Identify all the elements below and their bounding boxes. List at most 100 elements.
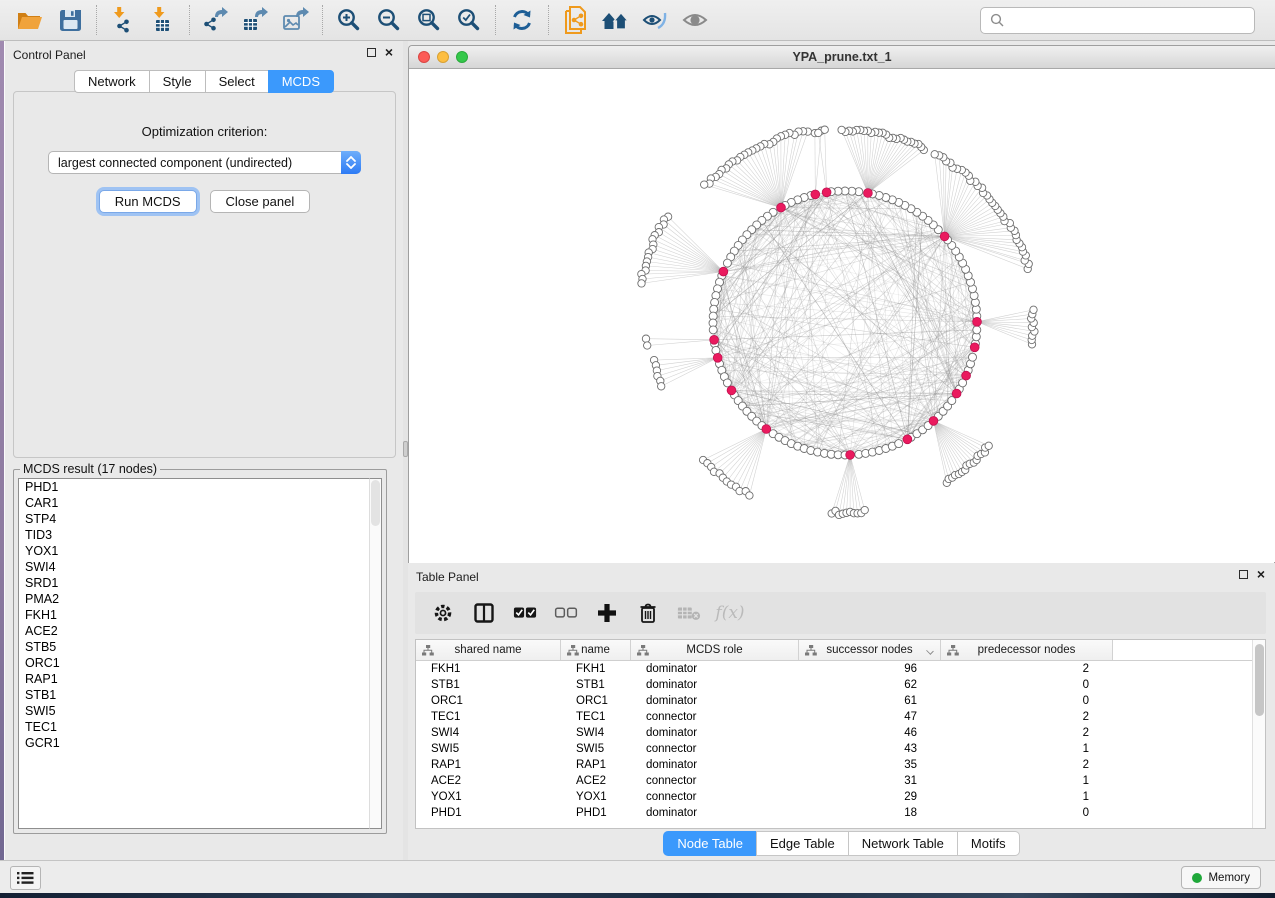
close-panel-button[interactable]: Close panel (210, 190, 311, 213)
network-window-titlebar[interactable]: YPA_prune.txt_1 (409, 46, 1275, 69)
column-header-predecessor-nodes[interactable]: predecessor nodes (941, 640, 1113, 660)
close-panel-icon[interactable]: × (385, 47, 393, 58)
table-row-PHD1[interactable]: PHD1PHD1dominator180 (416, 805, 1265, 821)
tab-motifs[interactable]: Motifs (957, 831, 1020, 856)
open-file-icon[interactable] (15, 5, 45, 35)
column-type-icon (805, 645, 817, 656)
zoom-out-icon[interactable] (374, 5, 404, 35)
mcds-result-item[interactable]: STB5 (19, 639, 369, 655)
column-header-shared-name[interactable]: shared name (416, 640, 561, 660)
import-network-from-file-icon[interactable] (108, 5, 138, 35)
cell-MCDS-role: dominator (631, 725, 799, 741)
cell-predecessor-nodes: 0 (941, 677, 1113, 693)
deselect-all-icon[interactable] (554, 601, 578, 625)
task-history-button[interactable] (10, 866, 41, 890)
node-table: shared namenameMCDS rolesuccessor nodesp… (415, 639, 1266, 829)
table-row-FKH1[interactable]: FKH1FKH1dominator962 (416, 661, 1265, 677)
table-row-ORC1[interactable]: ORC1ORC1dominator610 (416, 693, 1265, 709)
cell-MCDS-role: connector (631, 741, 799, 757)
mcds-result-item[interactable]: CAR1 (19, 495, 369, 511)
mcds-result-item[interactable]: FKH1 (19, 607, 369, 623)
delete-icon[interactable] (636, 601, 660, 625)
new-network-from-selection-icon[interactable] (560, 5, 590, 35)
tab-select[interactable]: Select (205, 70, 268, 93)
tab-edge-table[interactable]: Edge Table (756, 831, 848, 856)
table-row-ACE2[interactable]: ACE2ACE2connector311 (416, 773, 1265, 789)
cell-shared-name: PHD1 (416, 805, 561, 821)
search-box (980, 7, 1255, 34)
export-network-icon[interactable] (201, 5, 231, 35)
import-table-from-file-icon[interactable] (148, 5, 178, 35)
memory-button[interactable]: Memory (1181, 866, 1261, 889)
mcds-result-item[interactable]: ORC1 (19, 655, 369, 671)
select-all-icon[interactable] (513, 601, 537, 625)
first-neighbors-icon[interactable] (600, 5, 630, 35)
mcds-result-item[interactable]: ACE2 (19, 623, 369, 639)
float-table-panel-icon[interactable] (1239, 570, 1248, 579)
mcds-result-item[interactable]: YOX1 (19, 543, 369, 559)
mcds-result-item[interactable]: STP4 (19, 511, 369, 527)
zoom-selected-icon[interactable] (454, 5, 484, 35)
table-scrollbar[interactable] (1252, 640, 1265, 828)
hide-selected-icon[interactable] (640, 5, 670, 35)
mcds-tab-content: Optimization criterion: largest connecte… (13, 91, 396, 458)
window-close-icon[interactable] (418, 51, 430, 63)
mcds-list-scrollbar[interactable] (369, 478, 382, 829)
mcds-result-item[interactable]: TEC1 (19, 719, 369, 735)
mcds-result-item[interactable]: PMA2 (19, 591, 369, 607)
cell-name: TEC1 (561, 709, 631, 725)
table-row-SWI5[interactable]: SWI5SWI5connector431 (416, 741, 1265, 757)
float-panel-icon[interactable] (367, 48, 376, 57)
cell-successor-nodes: 47 (799, 709, 941, 725)
cell-predecessor-nodes: 1 (941, 741, 1113, 757)
tab-mcds[interactable]: MCDS (268, 70, 334, 93)
export-image-icon[interactable] (281, 5, 311, 35)
add-icon[interactable] (595, 601, 619, 625)
export-table-icon[interactable] (241, 5, 271, 35)
network-graph[interactable] (409, 69, 1274, 563)
mcds-result-item[interactable]: GCR1 (19, 735, 369, 751)
mcds-result-item[interactable]: SRD1 (19, 575, 369, 591)
table-row-SWI4[interactable]: SWI4SWI4dominator462 (416, 725, 1265, 741)
save-session-icon[interactable] (55, 5, 85, 35)
column-header-name[interactable]: name (561, 640, 631, 660)
zoom-in-icon[interactable] (334, 5, 364, 35)
show-columns-icon[interactable] (472, 601, 496, 625)
mcds-result-item[interactable]: STB1 (19, 687, 369, 703)
mcds-result-item[interactable]: RAP1 (19, 671, 369, 687)
tab-style[interactable]: Style (149, 70, 205, 93)
zoom-fit-icon[interactable] (414, 5, 444, 35)
table-row-RAP1[interactable]: RAP1RAP1dominator352 (416, 757, 1265, 773)
window-minimize-icon[interactable] (437, 51, 449, 63)
search-input[interactable] (1009, 8, 1254, 33)
table-settings-icon[interactable] (431, 601, 455, 625)
cell-name: STB1 (561, 677, 631, 693)
criterion-select[interactable]: largest connected component (undirected) (48, 151, 361, 174)
tab-network[interactable]: Network (74, 70, 149, 93)
function-builder-icon: f(x) (718, 601, 742, 625)
close-table-panel-icon[interactable]: × (1257, 569, 1265, 580)
mcds-result-item[interactable]: TID3 (19, 527, 369, 543)
table-row-YOX1[interactable]: YOX1YOX1connector291 (416, 789, 1265, 805)
table-row-STB1[interactable]: STB1STB1dominator620 (416, 677, 1265, 693)
mcds-result-item[interactable]: SWI4 (19, 559, 369, 575)
refresh-icon[interactable] (507, 5, 537, 35)
mcds-result-title: MCDS result (17 nodes) (20, 462, 160, 476)
cell-successor-nodes: 29 (799, 789, 941, 805)
column-header-MCDS-role[interactable]: MCDS role (631, 640, 799, 660)
table-row-TEC1[interactable]: TEC1TEC1connector472 (416, 709, 1265, 725)
network-canvas[interactable] (409, 69, 1274, 563)
sort-descending-icon (926, 647, 934, 655)
run-mcds-button[interactable]: Run MCDS (99, 190, 197, 213)
mcds-result-item[interactable]: PHD1 (19, 479, 369, 495)
tab-network-table[interactable]: Network Table (848, 831, 957, 856)
column-header-successor-nodes[interactable]: successor nodes (799, 640, 941, 660)
window-maximize-icon[interactable] (456, 51, 468, 63)
cell-successor-nodes: 96 (799, 661, 941, 677)
cell-MCDS-role: connector (631, 709, 799, 725)
cell-shared-name: YOX1 (416, 789, 561, 805)
tab-node-table[interactable]: Node Table (663, 831, 756, 856)
show-all-icon[interactable] (680, 5, 710, 35)
mcds-result-item[interactable]: SWI5 (19, 703, 369, 719)
cell-predecessor-nodes: 0 (941, 693, 1113, 709)
